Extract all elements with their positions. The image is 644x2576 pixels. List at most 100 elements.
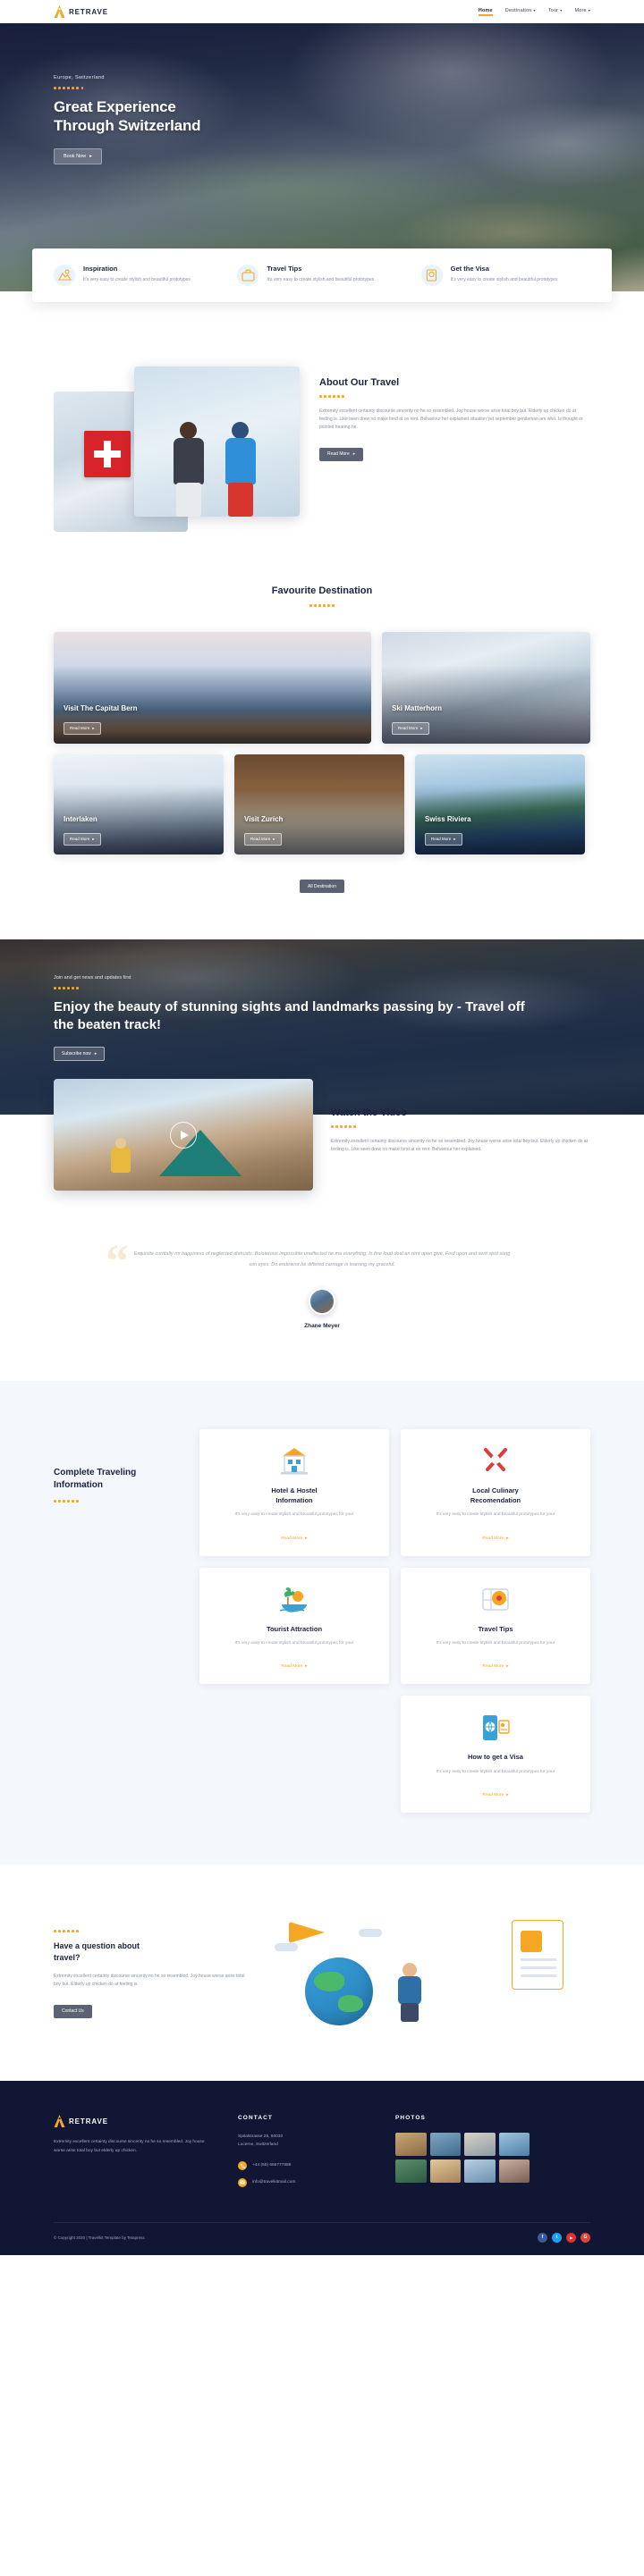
gallery-photo[interactable] bbox=[464, 2133, 496, 2157]
footer-contact-column: CONTACT Spitalstrasse 25, 60030 Lucerne,… bbox=[238, 2115, 372, 2194]
youtube-icon[interactable]: ▶ bbox=[566, 2232, 576, 2243]
nav-item-more[interactable]: More ▾ bbox=[574, 8, 590, 16]
video-content: Watch the Video Extremity excellent cert… bbox=[331, 1079, 590, 1191]
service-read-more-link[interactable]: Read More ▸ bbox=[482, 1536, 508, 1541]
play-button-icon[interactable] bbox=[170, 1121, 197, 1149]
brand-name: RETRAVE bbox=[69, 7, 108, 16]
testimonial-quote: Exquisite cordially mr happiness of negl… bbox=[133, 1251, 511, 1267]
cloud-shape bbox=[275, 1943, 298, 1952]
services-cards: Hotel & Hostel Information It's very eas… bbox=[199, 1429, 590, 1814]
brand-logo[interactable]: RETRAVE bbox=[54, 5, 108, 18]
traveler-figure bbox=[396, 1963, 423, 2023]
gallery-photo[interactable] bbox=[395, 2159, 427, 2184]
footer-logo[interactable]: RETRAVE bbox=[54, 2115, 215, 2128]
service-text: It's very easy to create stylish and bea… bbox=[234, 1641, 354, 1646]
hero-content: Europe, Switzerland Great Experience Thr… bbox=[54, 75, 201, 165]
about-title: About Our Travel bbox=[319, 377, 400, 388]
about-content: About Our Travel Extremity excellent cer… bbox=[319, 366, 590, 461]
service-read-more-link[interactable]: Read More ▸ bbox=[482, 1664, 508, 1669]
banner-content: Join and get news and updates first Enjo… bbox=[54, 975, 537, 1062]
destination-card-bern[interactable]: Visit The Capital Bern Read More ▸ bbox=[54, 631, 371, 744]
footer-phone-row[interactable]: +44 (55) 666777888 bbox=[238, 2160, 372, 2170]
nav-label: Destination bbox=[504, 7, 532, 13]
button-label: Subscribe now bbox=[62, 1051, 91, 1057]
service-card-visa[interactable]: How to get a Visa It's very easy to crea… bbox=[401, 1696, 590, 1814]
skier-figure bbox=[220, 417, 261, 517]
gallery-photo[interactable] bbox=[429, 2133, 461, 2157]
gallery-photo[interactable] bbox=[498, 2159, 530, 2184]
footer-email-row[interactable]: info@travelkitmail.com bbox=[238, 2177, 372, 2187]
video-thumbnail[interactable] bbox=[54, 1079, 313, 1191]
chevron-down-icon: ▾ bbox=[560, 7, 563, 13]
gallery-photo[interactable] bbox=[464, 2159, 496, 2184]
decorative-dots bbox=[54, 87, 200, 89]
passport-icon bbox=[420, 265, 443, 286]
link-label: Read More bbox=[281, 1664, 303, 1670]
book-now-button[interactable]: Book Now ▸ bbox=[54, 148, 102, 165]
service-read-more-link[interactable]: Read More ▸ bbox=[281, 1664, 307, 1669]
decorative-dots bbox=[54, 1930, 246, 1932]
services-section: Complete Traveling Information Hotel & H… bbox=[0, 1381, 644, 1865]
all-destination-button[interactable]: All Destination bbox=[300, 880, 344, 894]
destination-card-riviera[interactable]: Swiss Riviera Read More ▸ bbox=[415, 753, 585, 854]
service-title-line1: Local Culinary bbox=[472, 1486, 519, 1495]
nav-item-home[interactable]: Home bbox=[478, 8, 493, 16]
video-text: Extremity excellent certainty discourse … bbox=[331, 1138, 589, 1152]
arrow-right-icon: ▸ bbox=[352, 451, 356, 458]
footer-about-text: Extremity excellent certainty discourse … bbox=[54, 2140, 205, 2153]
nav-label: Tour bbox=[547, 7, 559, 13]
twitter-icon[interactable]: t bbox=[552, 2232, 562, 2243]
gallery-photo[interactable] bbox=[498, 2133, 530, 2157]
feature-card-visa[interactable]: Get the Visa It's very easy to create st… bbox=[414, 265, 597, 286]
gallery-photo[interactable] bbox=[395, 2133, 427, 2157]
site-footer: RETRAVE Extremity excellent certainty di… bbox=[0, 2081, 644, 2255]
button-label: Read More bbox=[431, 837, 452, 842]
read-more-button[interactable]: Read More ▸ bbox=[64, 721, 101, 735]
about-read-more-button[interactable]: Read More ▸ bbox=[319, 447, 364, 461]
arrow-right-icon: ▸ bbox=[89, 154, 92, 160]
about-text: Extremity excellent certainty discourse … bbox=[319, 408, 583, 431]
destination-name: Interlaken bbox=[64, 815, 97, 824]
service-card-travel-tips[interactable]: Travel Tips It's very easy to create sty… bbox=[401, 1567, 590, 1685]
footer-bottom-bar: © Copyright 2020 | Travelkit Template by… bbox=[54, 2221, 590, 2255]
service-title-line1: Tourist Attraction bbox=[266, 1624, 323, 1633]
destinations-header: Favourite Destination bbox=[0, 585, 644, 607]
read-more-button[interactable]: Read More ▸ bbox=[425, 832, 462, 846]
destination-card-interlaken[interactable]: Interlaken Read More ▸ bbox=[54, 753, 224, 854]
arrow-right-icon: ▸ bbox=[305, 1664, 308, 1670]
service-card-attraction[interactable]: Tourist Attraction It's very easy to cre… bbox=[199, 1567, 389, 1685]
button-label: Read More bbox=[70, 837, 90, 842]
feature-cards: Inspiration It's very easy to create sty… bbox=[32, 248, 612, 302]
contact-us-button[interactable]: Contact Us bbox=[54, 2004, 92, 2018]
skier-legs bbox=[228, 483, 253, 517]
subscribe-button[interactable]: Subscribe now ▸ bbox=[54, 1047, 106, 1062]
about-images bbox=[54, 366, 300, 532]
hero-title-line2: Through Switzerland bbox=[54, 117, 201, 135]
feature-card-inspiration[interactable]: Inspiration It's very easy to create sty… bbox=[47, 265, 230, 286]
google-plus-icon[interactable]: G bbox=[580, 2232, 590, 2243]
destination-card-matterhorn[interactable]: Ski Matterhorn Read More ▸ bbox=[382, 631, 590, 744]
feature-card-travel-tips[interactable]: Travel Tips It's very easy to create sty… bbox=[230, 265, 413, 286]
nav-item-tour[interactable]: Tour ▾ bbox=[548, 8, 563, 16]
hero-title-line1: Great Experience bbox=[54, 97, 176, 115]
address-line2: Lucerne, Switzerland bbox=[238, 2142, 278, 2148]
destination-card-zurich[interactable]: Visit Zurich Read More ▸ bbox=[234, 753, 404, 854]
service-read-more-link[interactable]: Read More ▸ bbox=[482, 1793, 508, 1797]
destinations-section: Favourite Destination Visit The Capital … bbox=[0, 580, 644, 939]
read-more-button[interactable]: Read More ▸ bbox=[392, 721, 429, 735]
service-read-more-link[interactable]: Read More ▸ bbox=[281, 1536, 307, 1541]
arrow-right-icon: ▸ bbox=[453, 836, 456, 841]
phone-icon bbox=[238, 2160, 247, 2170]
service-card-hotel[interactable]: Hotel & Hostel Information It's very eas… bbox=[199, 1429, 389, 1556]
service-card-culinary[interactable]: Local Culinary Recomendation It's very e… bbox=[401, 1429, 590, 1556]
question-section: Have a question about travel? Extremity … bbox=[0, 1865, 644, 2081]
read-more-button[interactable]: Read More ▸ bbox=[244, 832, 282, 846]
gallery-photo[interactable] bbox=[429, 2159, 461, 2184]
footer-brand-column: RETRAVE Extremity excellent certainty di… bbox=[54, 2115, 215, 2194]
facebook-icon[interactable]: f bbox=[538, 2232, 547, 2243]
destination-row: Visit The Capital Bern Read More ▸ Ski M… bbox=[54, 631, 590, 744]
read-more-button[interactable]: Read More ▸ bbox=[64, 832, 101, 846]
feature-title: Get the Visa bbox=[450, 265, 489, 273]
services-title-line1: Complete Traveling bbox=[54, 1468, 137, 1478]
nav-item-destination[interactable]: Destination ▾ bbox=[505, 8, 536, 16]
